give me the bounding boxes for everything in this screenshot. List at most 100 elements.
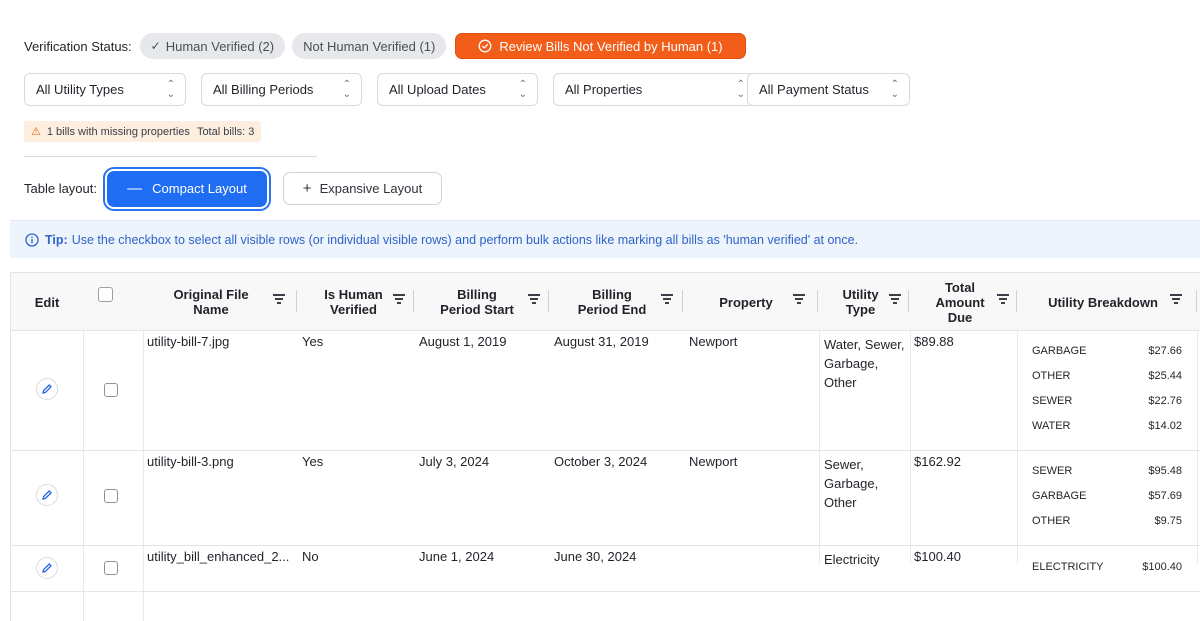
bills-table: Edit Original File Name Is Human Verifie… bbox=[10, 272, 1200, 621]
header-billing-start[interactable]: Billing Period Start bbox=[421, 273, 533, 331]
table-layout-toggle: Table layout: — Compact Layout + Expansi… bbox=[24, 170, 442, 207]
breakdown-amount: $95.48 bbox=[1148, 465, 1182, 477]
review-unverified-button[interactable]: Review Bills Not Verified by Human (1) bbox=[455, 33, 746, 59]
row-checkbox[interactable] bbox=[104, 489, 118, 503]
column-divider bbox=[296, 290, 297, 312]
breakdown-name: ELECTRICITY bbox=[1032, 561, 1104, 573]
total-amount-cell: $89.88 bbox=[914, 334, 954, 349]
minus-icon: — bbox=[127, 180, 143, 197]
upload-date-select[interactable]: All Upload Dates ⌃ ⌄ bbox=[377, 73, 538, 106]
filter-icon[interactable] bbox=[393, 294, 405, 306]
filter-icon[interactable] bbox=[889, 294, 901, 306]
billing-period-value: All Billing Periods bbox=[213, 82, 314, 97]
compact-layout-label: Compact Layout bbox=[152, 181, 247, 196]
filter-icon[interactable] bbox=[793, 294, 805, 306]
property-cell: Newport bbox=[689, 334, 738, 349]
breakdown-name: WATER bbox=[1032, 420, 1071, 432]
breakdown-name: OTHER bbox=[1032, 515, 1071, 527]
billing-end-cell: August 31, 2019 bbox=[554, 334, 649, 349]
billing-end-cell: June 30, 2024 bbox=[554, 549, 637, 564]
expansive-layout-button[interactable]: + Expansive Layout bbox=[283, 172, 442, 205]
not-human-verified-label: Not Human Verified (1) bbox=[303, 38, 436, 54]
billing-start-cell: August 1, 2019 bbox=[419, 334, 507, 349]
chevron-updown-icon: ⌃ ⌄ bbox=[736, 78, 745, 100]
chevron-updown-icon: ⌃ ⌄ bbox=[166, 78, 175, 100]
select-all-checkbox[interactable] bbox=[98, 287, 113, 302]
not-human-verified-chip[interactable]: Not Human Verified (1) bbox=[292, 33, 447, 59]
table-row[interactable]: utility-bill-7.jpg Yes August 1, 2019 Au… bbox=[11, 331, 1200, 451]
info-icon bbox=[25, 232, 39, 247]
header-utility-type[interactable]: Utility Type bbox=[823, 273, 898, 331]
utility-type-select[interactable]: All Utility Types ⌃ ⌄ bbox=[24, 73, 186, 106]
table-row[interactable]: utility_bill_enhanced_2... No June 1, 20… bbox=[11, 546, 1200, 592]
payment-status-select[interactable]: All Payment Status ⌃ ⌄ bbox=[747, 73, 910, 106]
column-divider bbox=[1016, 290, 1017, 312]
breakdown-name: GARBAGE bbox=[1032, 345, 1087, 357]
chevron-updown-icon: ⌃ ⌄ bbox=[890, 78, 899, 100]
header-file-name[interactable]: Original File Name bbox=[146, 273, 276, 331]
tip-title: Tip: bbox=[45, 232, 68, 247]
column-divider bbox=[1196, 290, 1197, 312]
human-verified-cell: No bbox=[302, 549, 319, 564]
human-verified-cell: Yes bbox=[302, 454, 324, 469]
tip-text: Use the checkbox to select all visible r… bbox=[71, 232, 859, 247]
breakdown-amount: $9.75 bbox=[1154, 515, 1182, 527]
billing-start-cell: June 1, 2024 bbox=[419, 549, 495, 564]
filter-icon[interactable] bbox=[997, 294, 1009, 306]
header-billing-end[interactable]: Billing Period End bbox=[556, 273, 668, 331]
plus-icon: + bbox=[302, 180, 312, 197]
row-checkbox[interactable] bbox=[104, 383, 118, 397]
breakdown-amount: $27.66 bbox=[1148, 345, 1182, 357]
column-divider bbox=[817, 290, 818, 312]
filter-icon[interactable] bbox=[661, 294, 673, 306]
header-total-amount[interactable]: Total Amount Due bbox=[916, 273, 1004, 331]
utility-type-cell: Electricity bbox=[824, 552, 880, 567]
compact-layout-button[interactable]: — Compact Layout bbox=[107, 170, 267, 207]
breakdown-name: GARBAGE bbox=[1032, 490, 1087, 502]
total-amount-cell: $100.40 bbox=[914, 549, 961, 564]
table-row[interactable]: utility-bill-3.png Yes July 3, 2024 Octo… bbox=[11, 451, 1200, 546]
check-icon: ✓ bbox=[150, 39, 161, 53]
pencil-icon bbox=[42, 563, 52, 573]
pencil-icon bbox=[42, 490, 52, 500]
filter-icon[interactable] bbox=[528, 294, 540, 306]
utility-type-cell: Sewer, Garbage, Other bbox=[824, 457, 879, 510]
filter-icon[interactable] bbox=[273, 294, 285, 306]
divider bbox=[24, 156, 317, 157]
human-verified-label: Human Verified (2) bbox=[165, 38, 275, 54]
breakdown-amount: $14.02 bbox=[1148, 420, 1182, 432]
edit-button[interactable] bbox=[36, 557, 58, 579]
breakdown-amount: $57.69 bbox=[1148, 490, 1182, 502]
human-verified-chip[interactable]: ✓ Human Verified (2) bbox=[139, 33, 286, 59]
missing-properties-warning: ⚠ 1 bills with missing properties Total … bbox=[24, 121, 262, 142]
column-divider bbox=[682, 290, 683, 312]
file-name-cell[interactable]: utility-bill-7.jpg bbox=[147, 332, 229, 351]
header-property[interactable]: Property bbox=[691, 273, 801, 331]
column-divider bbox=[413, 290, 414, 312]
table-header: Edit Original File Name Is Human Verifie… bbox=[11, 273, 1200, 331]
header-edit: Edit bbox=[34, 294, 60, 310]
billing-period-select[interactable]: All Billing Periods ⌃ ⌄ bbox=[201, 73, 362, 106]
filter-icon[interactable] bbox=[1170, 294, 1182, 306]
file-name-cell[interactable]: utility_bill_enhanced_2... bbox=[147, 547, 289, 566]
table-layout-label: Table layout: bbox=[24, 181, 97, 196]
column-divider bbox=[908, 290, 909, 312]
pencil-icon bbox=[42, 384, 52, 394]
property-select[interactable]: All Properties ⌃ ⌄ bbox=[553, 73, 756, 106]
verification-status-label: Verification Status: bbox=[24, 38, 132, 54]
missing-properties-text: 1 bills with missing properties bbox=[46, 125, 190, 138]
edit-button[interactable] bbox=[36, 378, 58, 400]
total-amount-cell: $162.92 bbox=[914, 454, 961, 469]
verification-status: Verification Status: ✓ Human Verified (2… bbox=[24, 33, 746, 59]
property-value: All Properties bbox=[565, 82, 643, 97]
file-name-cell[interactable]: utility-bill-3.png bbox=[147, 452, 234, 471]
breakdown-name: SEWER bbox=[1032, 395, 1073, 407]
edit-button[interactable] bbox=[36, 484, 58, 506]
row-checkbox[interactable] bbox=[104, 561, 118, 575]
breakdown-amount: $100.40 bbox=[1142, 561, 1182, 573]
header-human-verified[interactable]: Is Human Verified bbox=[301, 273, 406, 331]
breakdown-amount: $25.44 bbox=[1148, 370, 1182, 382]
chevron-updown-icon: ⌃ ⌄ bbox=[342, 78, 351, 100]
header-utility-breakdown[interactable]: Utility Breakdown bbox=[1023, 273, 1183, 331]
expansive-layout-label: Expansive Layout bbox=[319, 181, 423, 196]
